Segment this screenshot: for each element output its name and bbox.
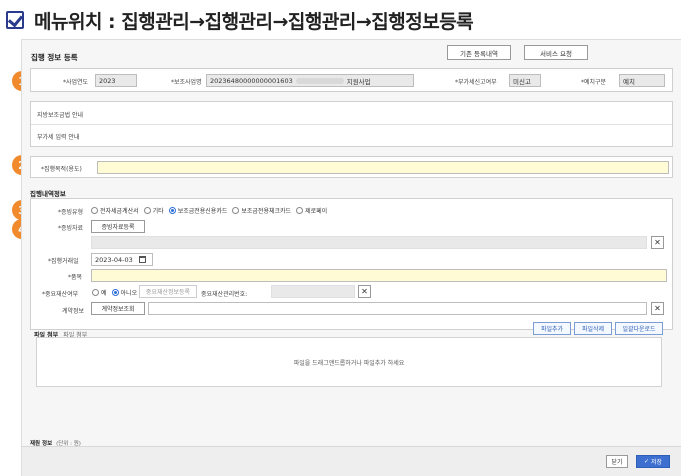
radio-selected-icon bbox=[168, 207, 176, 214]
evidence-type-label: *증빙유형 bbox=[58, 209, 84, 216]
contract-info-field bbox=[148, 302, 647, 315]
vat-report-label: *부가세신고여부 bbox=[455, 79, 497, 86]
evidence-type-radio-group: 전자세금계산서 기타 보조금전용신용카드 보조금전용체크카드 제로페이 bbox=[91, 206, 332, 215]
execution-details-section-title: 집행내역정보 bbox=[30, 190, 66, 198]
save-button[interactable]: ✓ 저장 bbox=[636, 455, 670, 468]
contract-label: 계약정보 bbox=[62, 308, 85, 315]
menu-location-title: 메뉴위치 : 집행관리→집행관리→집행관리→집행정보등록 bbox=[34, 10, 474, 33]
exec-date-input[interactable]: 2023-04-03 bbox=[91, 253, 153, 266]
business-suffix: 지원사업 bbox=[346, 77, 371, 86]
business-name-label: *보조사업명 bbox=[171, 79, 202, 86]
file-delete-button[interactable]: 파일삭제 bbox=[574, 322, 612, 335]
contract-clear-button[interactable]: ✕ bbox=[651, 302, 664, 315]
asset-option-yes[interactable]: 예 bbox=[92, 288, 107, 297]
bulk-download-button[interactable]: 일괄다운로드 bbox=[615, 322, 663, 335]
close-button[interactable]: 닫기 bbox=[606, 455, 628, 468]
exec-date-value: 2023-04-03 bbox=[95, 255, 133, 264]
window-title: 집행 정보 등록 bbox=[31, 53, 78, 62]
evidence-doc-label: *증빙자료 bbox=[58, 225, 84, 232]
asset-clear-button[interactable]: ✕ bbox=[358, 285, 371, 298]
evidence-option-credit-card[interactable]: 보조금전용신용카드 bbox=[168, 206, 227, 215]
business-name-field[interactable]: 20236480000000001603 지원사업 bbox=[206, 74, 414, 87]
important-asset-radio-group: 예 아니오 bbox=[92, 288, 142, 297]
history-button[interactable]: 기존 등록내역 bbox=[447, 45, 511, 60]
exec-date-label: *집행거래일 bbox=[48, 258, 79, 265]
file-add-button[interactable]: 파일추가 bbox=[533, 322, 571, 335]
deposit-type-label: *예치구분 bbox=[581, 79, 607, 86]
evidence-option-tax-invoice[interactable]: 전자세금계산서 bbox=[91, 206, 139, 215]
service-request-button[interactable]: 서비스 요청 bbox=[524, 45, 588, 60]
item-label: *품목 bbox=[68, 274, 83, 281]
item-input[interactable] bbox=[91, 269, 667, 282]
radio-icon bbox=[92, 289, 99, 296]
purpose-input[interactable] bbox=[97, 161, 669, 174]
page-heading: 메뉴위치 : 집행관리→집행관리→집행관리→집행정보등록 bbox=[6, 5, 474, 35]
purpose-box: *집행목적(용도) bbox=[30, 156, 673, 178]
radio-icon bbox=[232, 207, 240, 214]
check-icon: ✓ bbox=[643, 458, 649, 465]
radio-icon bbox=[91, 207, 98, 214]
close-icon: ✕ bbox=[654, 238, 661, 247]
subsidy-law-notice[interactable]: 지방보조금법 안내 bbox=[37, 110, 83, 119]
year-field[interactable]: 2023 bbox=[95, 74, 137, 87]
checkbox-icon bbox=[6, 11, 24, 29]
evidence-option-other[interactable]: 기타 bbox=[143, 206, 164, 215]
save-label: 저장 bbox=[650, 459, 663, 466]
vat-report-field[interactable]: 미신고 bbox=[509, 74, 541, 87]
evidence-option-zeropay[interactable]: 제로페이 bbox=[296, 206, 327, 215]
radio-icon bbox=[296, 207, 304, 214]
basic-info-box: *사업연도 2023 *보조사업명 20236480000000001603 지… bbox=[30, 68, 673, 92]
execution-details-box: *증빙유형 전자세금계산서 기타 보조금전용신용카드 보조금전용체크카드 제로페… bbox=[30, 198, 673, 330]
evidence-clear-button[interactable]: ✕ bbox=[651, 236, 664, 249]
purpose-label: *집행목적(용도) bbox=[41, 166, 82, 173]
business-code: 20236480000000001603 bbox=[210, 76, 293, 85]
year-label: *사업연도 bbox=[63, 79, 89, 86]
asset-option-no[interactable]: 아니오 bbox=[111, 288, 137, 297]
asset-info-register-button[interactable]: 중요재산정보등록 bbox=[139, 285, 197, 298]
vat-input-notice[interactable]: 부가세 입력 안내 bbox=[37, 132, 79, 141]
notice-box: 지방보조금법 안내 부가세 입력 안내 bbox=[30, 101, 673, 147]
deposit-type-field[interactable]: 예치 bbox=[619, 74, 665, 87]
close-icon: ✕ bbox=[654, 304, 661, 313]
calendar-icon[interactable] bbox=[138, 256, 146, 263]
file-dropzone[interactable]: 파일을 드래그앤드롭하거나 파일추가 하세요 bbox=[36, 337, 662, 387]
asset-mgmt-number-field bbox=[271, 285, 355, 298]
footer-bar: 닫기 ✓ 저장 bbox=[22, 446, 681, 476]
execution-registration-window: 집행 정보 등록 기존 등록내역 서비스 요청 *사업연도 2023 *보조사업… bbox=[21, 39, 681, 476]
radio-selected-icon bbox=[111, 289, 119, 296]
close-icon: ✕ bbox=[361, 287, 368, 296]
evidence-option-check-card[interactable]: 보조금전용체크카드 bbox=[232, 206, 291, 215]
masked-text bbox=[295, 77, 344, 84]
evidence-register-button[interactable]: 증빙자료등록 bbox=[91, 220, 145, 233]
evidence-file-field bbox=[91, 236, 647, 249]
divider bbox=[31, 124, 672, 125]
radio-icon bbox=[143, 207, 151, 214]
asset-mgmt-number-label: 중요재산관리번호: bbox=[201, 291, 248, 298]
important-asset-label: *중요재산여부 bbox=[42, 291, 79, 298]
contract-lookup-button[interactable]: 계약정보조회 bbox=[91, 302, 145, 315]
